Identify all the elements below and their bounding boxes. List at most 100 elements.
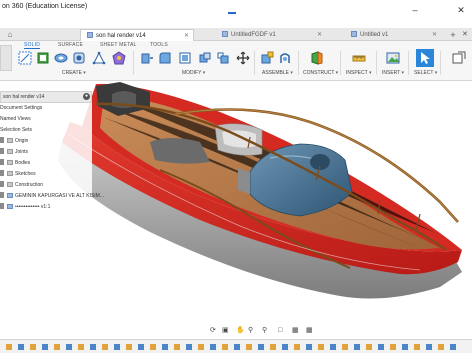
revolve-icon[interactable] xyxy=(54,51,68,65)
tab-untitled[interactable]: Untitled v1 ✕ xyxy=(345,29,441,41)
browser-item-label: Joints xyxy=(15,149,29,155)
browser-item-selection-sets[interactable]: Selection Sets xyxy=(0,125,92,136)
navigation-bar: ⟳ ▣ ✋ ⚲ ⚲ □ ▦ ▦ xyxy=(0,326,472,336)
joint-icon[interactable] xyxy=(278,51,292,65)
browser-item-construction[interactable]: Construction xyxy=(0,180,92,191)
browser-item-label: Bodies xyxy=(15,160,31,166)
loft-icon[interactable] xyxy=(92,51,106,65)
new-component-icon[interactable] xyxy=(260,51,274,65)
look-at-icon[interactable]: ▣ xyxy=(222,326,229,336)
toolbar-divider xyxy=(298,51,299,75)
modify-menu[interactable]: MODIFY xyxy=(182,70,205,76)
position-icon[interactable] xyxy=(452,51,466,65)
tab-untitled-fgdf[interactable]: UntitledFGDF v1 ✕ xyxy=(216,29,326,41)
close-button[interactable]: ✕ xyxy=(450,0,472,20)
component-icon xyxy=(351,31,357,37)
pan-icon[interactable]: ✋ xyxy=(236,326,245,336)
select-menu[interactable]: SELECT xyxy=(414,70,437,76)
folder-icon xyxy=(7,149,13,154)
inspect-menu[interactable]: INSPECT xyxy=(346,70,372,76)
construct-menu[interactable]: CONSTRUCT xyxy=(303,70,338,76)
browser-item-label: Origin xyxy=(15,138,29,144)
component-icon xyxy=(7,204,13,209)
tab-label: Untitled v1 xyxy=(360,32,389,38)
form-icon[interactable] xyxy=(112,51,126,65)
browser-item-document-settings[interactable]: Document Settings xyxy=(0,103,92,114)
browser-item-component[interactable]: GEMININ KAPURGASI VE ALT KISIM... xyxy=(0,191,104,202)
press-pull-icon[interactable] xyxy=(140,51,154,65)
visibility-icon[interactable] xyxy=(0,137,4,143)
browser-item-label: Document Settings xyxy=(0,105,43,111)
plane-icon[interactable] xyxy=(310,51,324,65)
tab-son-hal-render[interactable]: son hal render v14 ✕ xyxy=(80,29,194,41)
home-icon[interactable]: ⌂ xyxy=(4,30,16,40)
browser-item-named-views[interactable]: Named Views xyxy=(0,114,92,125)
tab-label: UntitledFGDF v1 xyxy=(231,32,276,38)
browser-header[interactable]: son hal render v14 ● xyxy=(0,91,92,103)
new-tab-icon[interactable]: + xyxy=(447,29,459,41)
canvas-viewport[interactable]: son hal render v14 ● Document Settings N… xyxy=(0,82,472,326)
assemble-menu[interactable]: ASSEMBLE xyxy=(262,70,293,76)
visibility-icon[interactable] xyxy=(0,159,4,165)
fit-icon[interactable]: ⚲ xyxy=(262,326,267,336)
visibility-icon[interactable] xyxy=(0,170,4,176)
sketch-icon[interactable] xyxy=(18,51,32,65)
fillet-icon[interactable] xyxy=(158,51,172,65)
system-indicator xyxy=(228,12,236,14)
tab-overflow-icon[interactable]: ✕ xyxy=(462,29,468,41)
browser-item-origin[interactable]: Origin xyxy=(0,136,92,147)
move-icon[interactable] xyxy=(236,51,250,65)
browser-title: son hal render v14 xyxy=(3,94,45,100)
shell-icon[interactable] xyxy=(178,51,192,65)
zoom-icon[interactable]: ⚲ xyxy=(248,326,253,336)
browser-item-joints[interactable]: Joints xyxy=(0,147,92,158)
insert-menu[interactable]: INSERT xyxy=(382,70,404,76)
browser-item-label: Named Views xyxy=(0,116,31,122)
folder-icon xyxy=(7,182,13,187)
extrude-icon[interactable] xyxy=(36,51,50,65)
folder-icon xyxy=(7,138,13,143)
document-tabs: ⌂ son hal render v14 ✕ UntitledFGDF v1 ✕ U… xyxy=(0,28,472,41)
browser-item-label: Construction xyxy=(15,182,44,188)
combine-icon[interactable] xyxy=(198,51,212,65)
browser-item-label: Sketches xyxy=(15,171,36,177)
component-icon xyxy=(87,32,93,38)
insert-image-icon[interactable] xyxy=(386,51,400,65)
close-tab-icon[interactable]: ✕ xyxy=(432,29,437,41)
browser-item-sketches[interactable]: Sketches xyxy=(0,169,92,180)
console xyxy=(238,168,250,194)
toolbar-divider xyxy=(408,51,409,75)
visibility-icon[interactable] xyxy=(0,192,4,198)
minimize-button[interactable]: – xyxy=(404,0,426,20)
component-icon xyxy=(7,193,13,198)
workspace-tab-sheet-metal[interactable]: SHEET METAL xyxy=(100,42,136,48)
visibility-icon[interactable] xyxy=(0,148,4,154)
sweep-icon[interactable] xyxy=(72,51,86,65)
toolbar-divider xyxy=(133,51,134,75)
select-arrow-icon[interactable] xyxy=(416,49,434,67)
visibility-icon[interactable] xyxy=(0,203,4,209)
tab-label: son hal render v14 xyxy=(96,33,146,39)
grid-icon[interactable]: ▦ xyxy=(292,326,299,336)
workspace-tab-solid[interactable]: SOLID xyxy=(24,42,41,49)
browser-options-icon[interactable]: ● xyxy=(83,93,90,100)
ribbon-toolbar: SOLID SURFACE SHEET METAL TOOLS CREATE M… xyxy=(0,41,472,81)
toolbar-divider xyxy=(440,51,441,75)
window-title: on 360 (Education License) xyxy=(2,3,88,10)
browser-item-component-link[interactable]: •••••••••••••• v1:1 xyxy=(0,202,92,213)
measure-icon[interactable] xyxy=(352,51,366,65)
timeline-features[interactable] xyxy=(0,340,472,353)
browser-item-label: Selection Sets xyxy=(0,127,32,133)
close-tab-icon[interactable]: ✕ xyxy=(317,29,322,41)
display-settings-icon[interactable]: □ xyxy=(278,326,282,336)
viewports-icon[interactable]: ▦ xyxy=(306,326,313,336)
scale-icon[interactable] xyxy=(216,51,230,65)
workspace-tab-surface[interactable]: SURFACE xyxy=(58,42,83,48)
workspace-tab-tools[interactable]: TOOLS xyxy=(150,42,168,48)
browser-item-bodies[interactable]: Bodies xyxy=(0,158,92,169)
workspace-switcher[interactable] xyxy=(0,45,12,71)
visibility-icon[interactable] xyxy=(0,181,4,187)
folder-icon xyxy=(7,160,13,165)
create-menu[interactable]: CREATE xyxy=(62,70,86,76)
orbit-icon[interactable]: ⟳ xyxy=(210,326,216,336)
